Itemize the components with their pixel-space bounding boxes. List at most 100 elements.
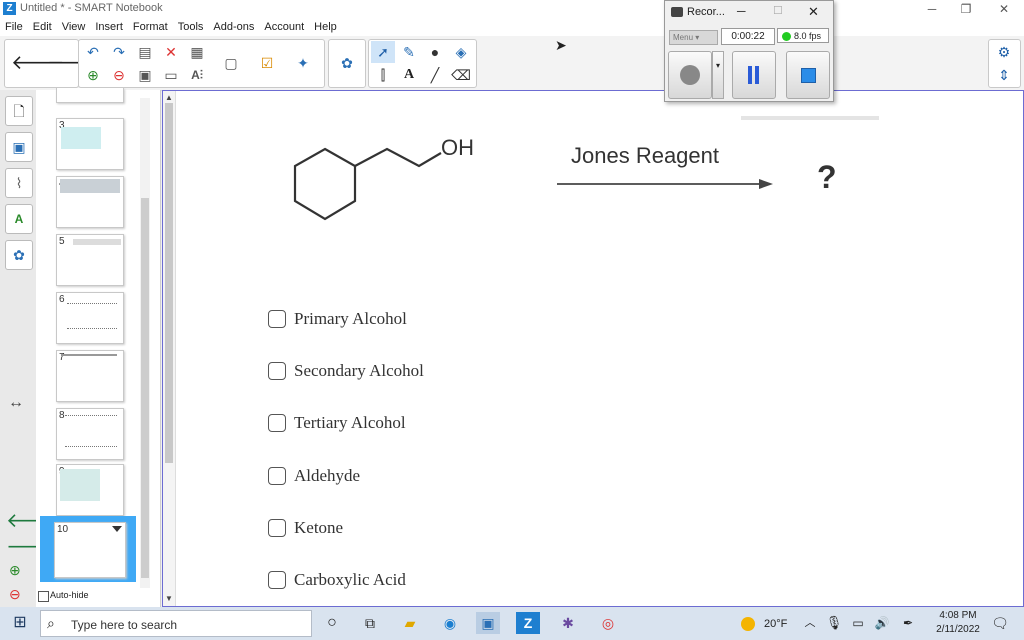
file-explorer-icon[interactable]: ▰ <box>398 612 422 634</box>
menu-addons[interactable]: Add-ons <box>208 18 259 36</box>
menu-file[interactable]: File <box>0 18 28 36</box>
smart-notebook-taskbar-icon[interactable]: ▣ <box>476 612 500 634</box>
option-ketone[interactable]: Ketone <box>268 516 343 540</box>
recorder-maximize-button[interactable]: ☐ <box>773 4 783 17</box>
lesson-activity-icon[interactable]: ✿ <box>335 52 359 74</box>
weather-temp[interactable]: 20°F <box>764 618 787 630</box>
page-thumbnail-3[interactable]: 3 <box>56 118 124 170</box>
save-icon[interactable]: ▣ <box>133 64 157 86</box>
menu-view[interactable]: View <box>57 18 91 36</box>
scroll-down-icon[interactable]: ▼ <box>165 594 173 603</box>
delete-page-side-icon[interactable]: ⊖ <box>9 586 21 603</box>
clock-time[interactable]: 4:08 PM <box>936 610 980 621</box>
next-page-arrow-icon[interactable]: 🡒 <box>47 52 101 74</box>
record-button[interactable] <box>668 51 712 99</box>
page-thumbnail-10[interactable]: 10 <box>54 522 126 578</box>
recorder-taskbar-icon[interactable]: ✱ <box>556 612 580 634</box>
line-icon[interactable]: ╱ <box>423 64 447 86</box>
gear-icon[interactable]: ⚙ <box>992 41 1016 63</box>
page-menu-arrow-icon[interactable] <box>112 526 122 532</box>
task-view-icon[interactable]: ⧉ <box>358 612 382 634</box>
pen-icon[interactable]: ✎ <box>397 41 421 63</box>
whiteboard-canvas[interactable]: ▲ ▼ OH Jones Reagent ? Primary Alcohol S… <box>162 90 1024 607</box>
checkbox[interactable] <box>268 467 286 485</box>
record-options-arrow-icon[interactable]: ▾ <box>712 51 724 99</box>
select-arrow-icon[interactable]: ➚ <box>371 41 395 63</box>
menu-account[interactable]: Account <box>259 18 309 36</box>
menu-format[interactable]: Format <box>128 18 173 36</box>
option-secondary-alcohol[interactable]: Secondary Alcohol <box>268 359 424 383</box>
delete-page-icon[interactable]: ⊖ <box>107 64 131 86</box>
shape-icon[interactable]: ● <box>423 41 447 63</box>
windows-start-icon[interactable]: ⊞ <box>8 612 32 634</box>
edge-icon[interactable]: ◉ <box>438 612 462 634</box>
pen-tray-icon[interactable]: ✒ <box>896 612 920 634</box>
eraser-icon[interactable]: ⌫ <box>449 64 473 86</box>
volume-icon[interactable]: 🔊 <box>870 612 894 634</box>
chrome-icon[interactable]: ◎ <box>596 612 620 634</box>
page-thumbnail-8[interactable]: 8 <box>56 408 124 460</box>
option-primary-alcohol[interactable]: Primary Alcohol <box>268 307 407 331</box>
gallery-icon[interactable]: ▣ <box>5 132 33 162</box>
checkbox[interactable] <box>268 310 286 328</box>
screen-shade-icon[interactable]: ▭ <box>159 64 183 86</box>
restore-button[interactable]: ❐ <box>952 0 980 18</box>
autohide-checkbox[interactable] <box>38 591 49 602</box>
close-button[interactable]: ✕ <box>990 0 1018 18</box>
notification-icon[interactable]: 🗨 <box>988 612 1012 634</box>
network-icon[interactable]: ▭ <box>846 612 870 634</box>
option-tertiary-alcohol[interactable]: Tertiary Alcohol <box>268 411 406 435</box>
sorter-scrollbar[interactable] <box>140 98 150 588</box>
cortana-icon[interactable]: ○ <box>320 612 344 634</box>
search-box[interactable]: ⌕ Type here to search <box>40 610 312 637</box>
checkbox[interactable] <box>268 519 286 537</box>
page-thumbnail-6[interactable]: 6 <box>56 292 124 344</box>
measure-icon[interactable]: ⫿ <box>371 64 395 86</box>
page-thumbnail-4[interactable]: 4 <box>56 176 124 228</box>
option-carboxylic-acid[interactable]: Carboxylic Acid <box>268 568 406 592</box>
page-thumbnail-9[interactable]: 9 <box>56 464 124 516</box>
text-icon[interactable]: A <box>397 64 421 86</box>
checkbox[interactable] <box>268 414 286 432</box>
tray-chevron-icon[interactable]: ︿ <box>798 612 822 634</box>
move-toolbar-icon[interactable]: ⇕ <box>992 64 1016 86</box>
canvas-scroll-thumb[interactable] <box>165 103 173 463</box>
pause-button[interactable] <box>732 51 776 99</box>
menu-tools[interactable]: Tools <box>173 18 209 36</box>
properties-icon[interactable]: A <box>5 204 33 234</box>
minimize-button[interactable]: ─ <box>918 0 946 18</box>
menu-help[interactable]: Help <box>309 18 342 36</box>
previous-page-arrow-icon[interactable]: 🡐 <box>11 52 65 74</box>
paste-icon[interactable]: ▤ <box>133 41 157 63</box>
page-thumbnail-7[interactable]: 7 <box>56 350 124 402</box>
weather-icon[interactable] <box>741 617 755 631</box>
addons-tab-icon[interactable]: ✿ <box>5 240 33 270</box>
menu-insert[interactable]: Insert <box>90 18 128 36</box>
display-icon[interactable]: ▢ <box>219 52 243 74</box>
recorder-minimize-button[interactable]: ─ <box>737 4 746 18</box>
attachments-icon[interactable]: ⌇ <box>5 168 33 198</box>
resize-arrows-icon[interactable]: ↔ <box>8 394 24 412</box>
canvas-scrollbar[interactable]: ▲ ▼ <box>163 91 176 606</box>
response-icon[interactable]: ☑ <box>255 52 279 74</box>
page-thumbnail-5[interactable]: 5 <box>56 234 124 286</box>
table-icon[interactable]: ▦ <box>185 41 209 63</box>
redo-icon[interactable]: ↷ <box>107 41 131 63</box>
page-sorter-icon[interactable]: 🗋 <box>5 96 33 126</box>
option-aldehyde[interactable]: Aldehyde <box>268 464 360 488</box>
undo-icon[interactable]: ↶ <box>81 41 105 63</box>
sorter-scroll-thumb[interactable] <box>141 198 149 578</box>
add-page-icon[interactable]: ⊕ <box>81 64 105 86</box>
fill-icon[interactable]: ◈ <box>449 41 473 63</box>
clock-date[interactable]: 2/11/2022 <box>932 624 984 635</box>
menu-edit[interactable]: Edit <box>28 18 57 36</box>
delete-icon[interactable]: ✕ <box>159 41 183 63</box>
recorder-close-button[interactable]: ✕ <box>808 4 819 20</box>
scroll-up-icon[interactable]: ▲ <box>165 93 173 102</box>
addon-icon[interactable]: ✦ <box>291 52 315 74</box>
recorder-menu-dropdown[interactable]: Menu ▾ <box>669 30 718 45</box>
add-page-side-icon[interactable]: ⊕ <box>9 562 21 579</box>
text-fit-icon[interactable]: A⫶ <box>185 64 209 86</box>
microphone-icon[interactable]: 🎙 <box>822 612 846 634</box>
checkbox[interactable] <box>268 571 286 589</box>
